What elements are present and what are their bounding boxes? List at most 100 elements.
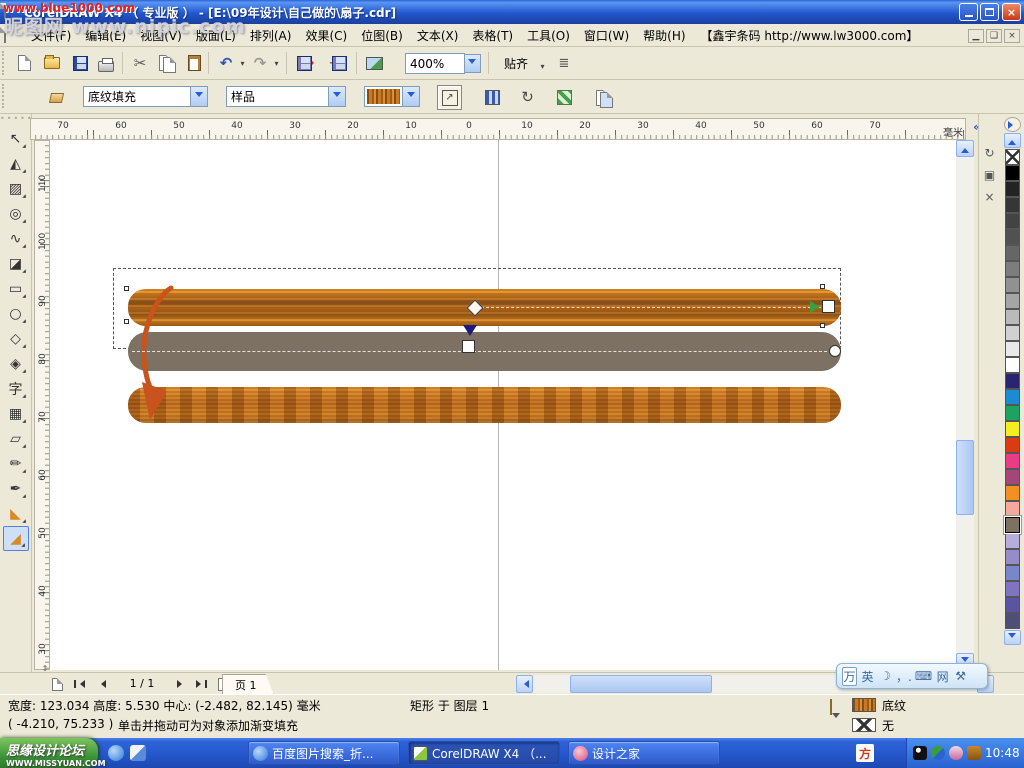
fill-start-handle[interactable] <box>462 340 475 353</box>
qq-icon[interactable] <box>913 746 927 760</box>
text-tool[interactable]: 字 <box>3 376 29 401</box>
undo-icon[interactable]: ↶ <box>214 51 238 75</box>
menu-item-11[interactable]: 帮助(H) <box>636 24 692 47</box>
curve-node[interactable] <box>820 323 825 328</box>
color-swatch[interactable] <box>1005 213 1020 229</box>
taskbar-task-0[interactable]: 百度图片搜索_折... <box>248 741 400 765</box>
copy-icon[interactable] <box>155 51 179 75</box>
basic-shapes-tool[interactable]: ◈ <box>3 351 29 376</box>
doc-close-button[interactable]: × <box>1004 29 1020 43</box>
drawing-canvas[interactable] <box>50 140 956 670</box>
color-swatch[interactable] <box>1005 549 1020 565</box>
ime-button-4[interactable]: ⌨ <box>915 669 932 683</box>
palette-flyout-button[interactable] <box>1004 117 1021 132</box>
color-swatch[interactable] <box>1005 277 1020 293</box>
close-button[interactable]: × <box>1002 3 1021 21</box>
color-swatch[interactable] <box>1005 533 1020 549</box>
paste-icon[interactable] <box>182 51 206 75</box>
pick-tool[interactable]: ↖ <box>3 126 29 151</box>
rectangle-tool[interactable]: ▭ <box>3 276 29 301</box>
vertical-scrollbar[interactable] <box>956 140 974 670</box>
menu-item-10[interactable]: 窗口(W) <box>577 24 636 47</box>
palette-scroll-down-button[interactable] <box>1004 630 1021 645</box>
zoom-dropdown-button[interactable] <box>463 51 481 75</box>
palette-scroll-up-button[interactable] <box>1004 133 1021 148</box>
quick-launch-desktop-icon[interactable] <box>130 745 146 761</box>
next-page-button[interactable] <box>172 675 190 693</box>
taskbar-task-1[interactable]: CorelDRAW X4 （... <box>408 741 560 765</box>
cut-icon[interactable]: ✂ <box>128 51 152 75</box>
vertical-ruler[interactable]: 11010090807060504030 <box>34 140 50 670</box>
interactive-fill-tool[interactable]: ◢ <box>3 526 29 551</box>
color-swatch[interactable] <box>1005 389 1020 405</box>
zoom-level-input[interactable] <box>405 53 465 74</box>
undo-dropdown-icon[interactable]: ▾ <box>238 59 247 68</box>
color-swatch[interactable] <box>1005 341 1020 357</box>
color-swatch[interactable] <box>1005 437 1020 453</box>
first-page-button[interactable] <box>70 675 88 693</box>
color-swatch[interactable] <box>1005 565 1020 581</box>
color-swatch[interactable] <box>1005 261 1020 277</box>
zoom-tool[interactable]: ◎ <box>3 201 29 226</box>
ellipse-tool[interactable]: ○ <box>3 301 29 326</box>
freehand-tool[interactable]: ∿ <box>3 226 29 251</box>
shape-tool[interactable]: ◭ <box>3 151 29 176</box>
color-swatch[interactable] <box>1005 245 1020 261</box>
horizontal-scroll-thumb[interactable] <box>570 675 712 693</box>
color-swatch[interactable] <box>1005 357 1020 373</box>
color-swatch[interactable] <box>1005 501 1020 517</box>
ime-button-1[interactable]: 英 <box>860 668 875 685</box>
copy-fill-button[interactable] <box>592 85 617 110</box>
color-swatch[interactable] <box>1005 325 1020 341</box>
export-icon[interactable]: ➜ <box>326 51 350 75</box>
ruler-swap-icon[interactable]: ↕ <box>36 663 54 673</box>
toolbox-grip[interactable]: ••••• <box>0 114 31 126</box>
toolbar-grip[interactable] <box>2 51 6 75</box>
scroll-left-button[interactable] <box>516 675 533 693</box>
ime-button-0[interactable]: 万 <box>842 667 857 686</box>
ime-button-6[interactable]: ⚒ <box>953 669 968 683</box>
horizontal-ruler[interactable]: 毫米 70605040302010010203040506070 <box>30 118 966 140</box>
founder-icon[interactable]: 方 <box>856 744 874 762</box>
menu-item-7[interactable]: 文本(X) <box>410 24 466 47</box>
rotate-fill-button[interactable]: ↻ <box>515 85 540 110</box>
color-swatch[interactable] <box>1005 181 1020 197</box>
volume-icon[interactable] <box>949 746 963 760</box>
dict-icon[interactable] <box>967 746 981 760</box>
redo-icon[interactable]: ↷ <box>248 51 272 75</box>
menu-item-6[interactable]: 位图(B) <box>354 24 410 47</box>
prev-page-button[interactable] <box>92 675 110 693</box>
sample-dropdown-icon[interactable] <box>328 87 345 106</box>
curve-node[interactable] <box>820 284 825 289</box>
interactive-effects-tool[interactable]: ▱ <box>3 426 29 451</box>
application-launcher-icon[interactable] <box>362 51 386 75</box>
edit-fill-button[interactable]: ↗ <box>437 85 462 110</box>
curve-node[interactable] <box>124 319 129 324</box>
texture-swatch-dropdown[interactable] <box>364 86 420 107</box>
vertical-scroll-thumb[interactable] <box>956 440 974 515</box>
polygon-tool[interactable]: ◇ <box>3 326 29 351</box>
redo-dropdown-icon[interactable]: ▾ <box>272 59 281 68</box>
scroll-up-button[interactable] <box>956 140 974 157</box>
close-docker-icon[interactable]: × <box>981 188 999 206</box>
eyedropper-tool[interactable]: ✏ <box>3 451 29 476</box>
color-swatch[interactable] <box>1005 197 1020 213</box>
wood-bar-bottom[interactable] <box>128 387 841 423</box>
open-folder-icon[interactable] <box>40 51 64 75</box>
color-swatch[interactable] <box>1005 453 1020 469</box>
color-swatch[interactable] <box>1005 421 1020 437</box>
fill-tool[interactable]: ◣ <box>3 501 29 526</box>
color-swatch[interactable] <box>1005 293 1020 309</box>
ime-language-bar[interactable]: 万英☽，.⌨网⚒ <box>836 663 988 689</box>
minimize-button[interactable] <box>959 3 978 21</box>
add-page-start-icon[interactable] <box>48 675 66 693</box>
color-swatch[interactable] <box>1005 309 1020 325</box>
snap-dropdown-icon[interactable]: ▾ <box>538 62 547 71</box>
rotate-docker-icon[interactable]: ↻ <box>981 144 999 162</box>
menu-item-5[interactable]: 效果(C) <box>298 24 354 47</box>
fill-end-handle[interactable] <box>822 300 835 313</box>
fill-edge-handle[interactable] <box>829 345 841 357</box>
color-swatch[interactable] <box>1005 613 1020 629</box>
color-swatch[interactable] <box>1005 373 1020 389</box>
tile-fill-button[interactable] <box>552 85 577 110</box>
